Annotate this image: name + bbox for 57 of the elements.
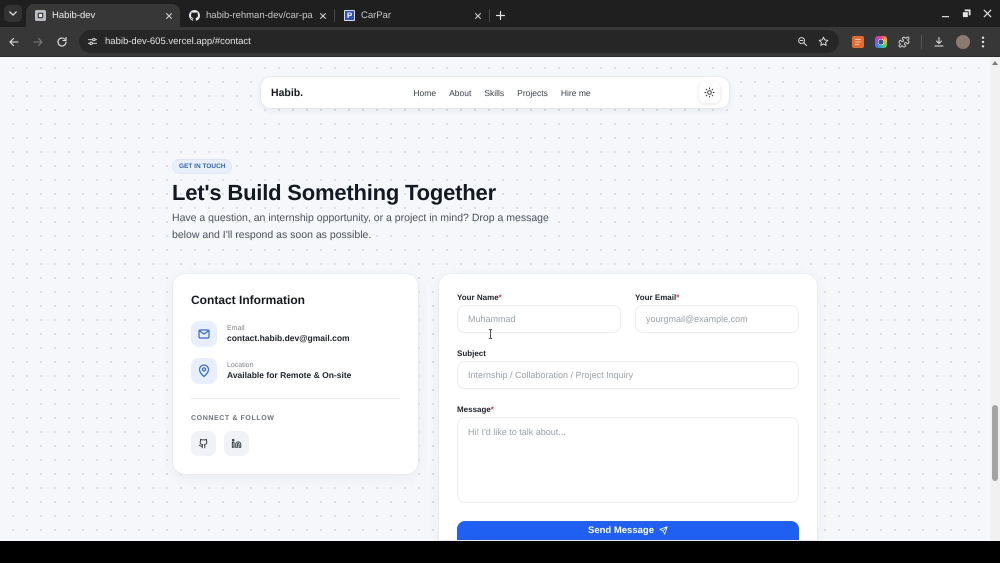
nav-link[interactable]: Hire me [560, 88, 591, 98]
browser-tab[interactable]: Habib-dev [26, 4, 180, 27]
reload-button[interactable] [56, 36, 68, 48]
message-field[interactable]: Hi! I'd like to talk about... [457, 417, 799, 503]
scrollbar[interactable] [990, 57, 1000, 541]
section-description: Have a question, an internship opportunity, or a project in mind? Drop a message below and I'll respond as soon as possible. [172, 211, 550, 242]
close-icon[interactable] [474, 12, 482, 20]
map-pin-icon [191, 358, 217, 384]
nav-link[interactable]: About [449, 88, 472, 98]
input-field[interactable]: Internship / Collaboration / Project Inquiry [457, 361, 799, 389]
field-label: Message* [457, 405, 494, 415]
menu-icon[interactable] [981, 36, 985, 48]
avatar-icon[interactable] [956, 34, 970, 48]
field-label: Your Email* [635, 293, 680, 303]
address-bar[interactable]: habib-dev-605.vercel.app/#contact [79, 30, 839, 53]
card-title: Contact Information [191, 293, 306, 307]
github-icon[interactable] [191, 431, 216, 456]
field-label: Subject [457, 349, 486, 359]
nav-link[interactable]: Home [413, 88, 436, 98]
input-field[interactable]: Muhammad [457, 305, 621, 333]
restore-icon[interactable] [962, 9, 971, 18]
nav-link[interactable]: Skills [484, 88, 504, 98]
color-ring-icon[interactable] [875, 36, 887, 48]
browser-tab[interactable]: habib-rehman-dev/car-pa [180, 4, 334, 27]
browser-tab[interactable]: P CarPar [335, 4, 489, 27]
new-tab-icon[interactable] [496, 11, 505, 20]
input-field[interactable]: yourgmail@example.com [635, 305, 799, 333]
scroll-up-icon[interactable] [992, 61, 998, 65]
info-value: Available for Remote & On-site [227, 370, 352, 381]
send-message-button[interactable]: Send Message [457, 521, 799, 540]
send-icon [659, 526, 668, 535]
close-icon[interactable] [983, 9, 992, 18]
close-icon[interactable] [319, 12, 327, 20]
github-icon [189, 10, 200, 21]
linkedin-icon[interactable] [224, 431, 249, 456]
bookmark-star-icon[interactable] [818, 36, 829, 47]
close-icon[interactable] [165, 12, 173, 20]
back-button[interactable] [8, 36, 20, 48]
field-label: Your Name* [457, 293, 502, 303]
puzzle-icon[interactable] [898, 36, 910, 48]
section-heading: Let's Build Something Together [172, 181, 496, 205]
scrollbar-thumb[interactable] [992, 405, 998, 481]
tab-search-button[interactable] [4, 5, 22, 22]
site-info-icon[interactable] [87, 36, 98, 47]
download-icon[interactable] [933, 36, 945, 48]
chevron-down-icon [9, 11, 17, 16]
info-value: contact.habib.dev@gmail.com [227, 333, 350, 344]
site-favicon: P [344, 10, 355, 21]
nav-link[interactable]: Projects [517, 88, 548, 98]
theme-toggle-button[interactable] [699, 82, 720, 103]
mail-icon [191, 321, 217, 347]
zoom-icon[interactable] [797, 36, 808, 47]
site-logo[interactable]: Habib. [271, 86, 304, 98]
note-icon[interactable] [852, 36, 864, 48]
text-cursor-icon [488, 329, 493, 339]
sun-icon [704, 87, 715, 98]
page-icon [35, 10, 46, 21]
